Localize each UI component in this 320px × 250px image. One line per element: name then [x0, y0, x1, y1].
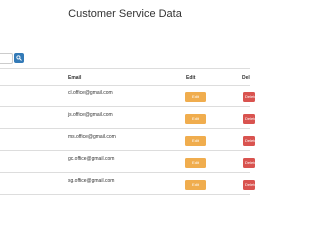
email-cell: js.office@gmail.com	[68, 112, 113, 118]
table-row: cl.office@gmail.com Edit Delete	[0, 85, 255, 107]
search-button[interactable]	[14, 53, 24, 63]
delete-button[interactable]: Delete	[243, 92, 255, 102]
column-header-edit: Edit	[186, 75, 196, 81]
delete-button[interactable]: Delete	[243, 136, 255, 146]
table-row: gc.office@gmail.com Edit Delete	[0, 151, 255, 173]
column-header-delete: Del	[242, 75, 250, 81]
edit-button[interactable]: Edit	[185, 92, 206, 102]
email-cell: ms.office@gmail.com	[68, 134, 116, 140]
email-cell: gc.office@gmail.com	[68, 156, 115, 162]
column-header-email: Email	[68, 75, 82, 81]
table-row: sg.office@gmail.com Edit Delete	[0, 173, 255, 195]
delete-button[interactable]: Delete	[243, 158, 255, 168]
table-row: js.office@gmail.com Edit Delete	[0, 107, 255, 129]
table-row: ms.office@gmail.com Edit Delete	[0, 129, 255, 151]
edit-button[interactable]: Edit	[185, 114, 206, 124]
edit-button[interactable]: Edit	[185, 158, 206, 168]
search-icon	[16, 55, 22, 61]
delete-button[interactable]: Delete	[243, 114, 255, 124]
edit-button[interactable]: Edit	[185, 136, 206, 146]
email-cell: cl.office@gmail.com	[68, 90, 113, 96]
search-input[interactable]	[0, 53, 13, 64]
delete-button[interactable]: Delete	[243, 180, 255, 190]
page-title: Customer Service Data	[68, 8, 182, 20]
email-cell: sg.office@gmail.com	[68, 178, 115, 184]
edit-button[interactable]: Edit	[185, 180, 206, 190]
table-header: Email Edit Del	[0, 68, 250, 86]
